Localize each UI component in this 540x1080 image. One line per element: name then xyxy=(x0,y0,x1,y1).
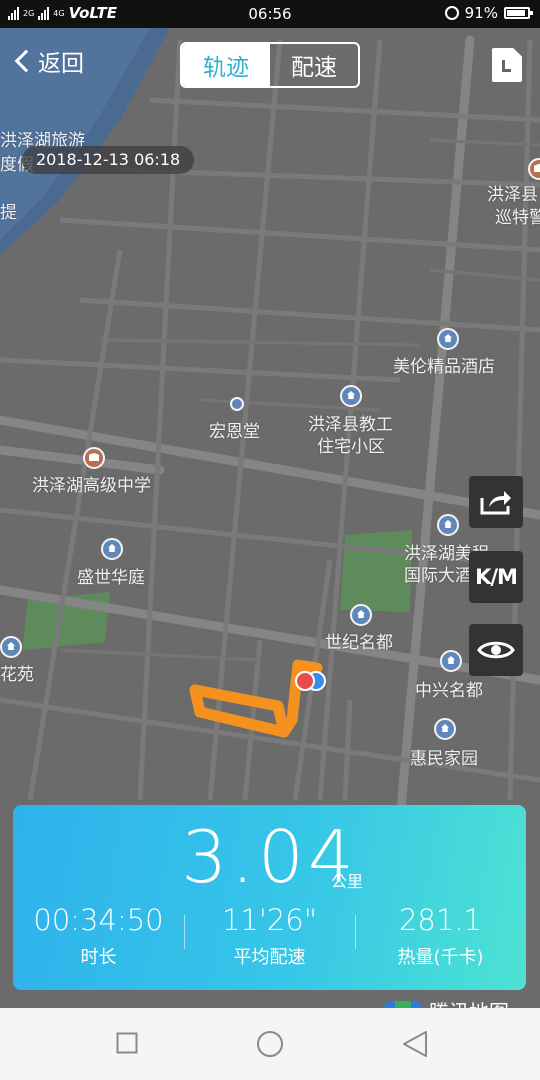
pace-value: 11'26" xyxy=(221,903,318,937)
pace-label: 平均配速 xyxy=(233,947,306,968)
calories-stat: 281.1 热量(千卡) xyxy=(355,903,526,969)
residence-poi-icon xyxy=(101,538,123,560)
timestamp-badge: 2018-12-13 06:18 xyxy=(22,146,195,174)
map-label: 提 xyxy=(0,203,17,223)
map-label: 中兴名都 xyxy=(415,681,483,701)
map-label: 惠民家园 xyxy=(410,749,478,769)
map-label: 国际大酒 xyxy=(404,566,472,586)
duration-stat: 00:34:50 时长 xyxy=(13,903,184,969)
battery-icon xyxy=(504,7,533,19)
battery-percent: 91% xyxy=(464,4,498,22)
map-label: 美伦精品酒店 xyxy=(393,357,495,377)
duration-value: 00:34:50 xyxy=(33,903,164,937)
back-button[interactable]: 返回 xyxy=(12,44,84,78)
km-label: K/M xyxy=(475,565,518,589)
map-label: 花苑 xyxy=(0,665,34,685)
map-label: 住宅小区 xyxy=(317,437,385,457)
home-button[interactable] xyxy=(256,1030,284,1058)
distance-unit: 公里 xyxy=(331,872,364,891)
stats-card: 3.04 公里 00:34:50 时长 11'26" 平均配速 281.1 热量… xyxy=(13,805,526,990)
tab-pace[interactable]: 配速 xyxy=(270,44,358,86)
pace-stat: 11'26" 平均配速 xyxy=(184,903,355,969)
view-toggle: 轨迹 配速 xyxy=(180,42,360,88)
system-nav-bar xyxy=(0,1008,540,1080)
map-label: 巡特警 xyxy=(495,208,540,228)
huayuan-poi-icon xyxy=(0,636,22,658)
map-label: 洪泽湖高级中学 xyxy=(32,476,151,496)
chevron-left-icon xyxy=(14,49,38,73)
document-mark xyxy=(502,60,511,72)
status-bar: 2G 4G VoLTE 06:56 91% xyxy=(0,0,540,28)
map-label: 洪泽县 xyxy=(487,185,538,205)
back-nav-button[interactable] xyxy=(402,1030,428,1058)
housing-poi-icon xyxy=(340,385,362,407)
back-label: 返回 xyxy=(38,51,84,77)
visibility-button[interactable] xyxy=(469,624,523,676)
intl-hotel-poi-icon xyxy=(437,514,459,536)
hotel-poi-icon xyxy=(437,328,459,350)
alarm-icon xyxy=(444,6,459,20)
zhongxing-poi-icon xyxy=(440,650,462,672)
map-label: 宏恩堂 xyxy=(209,422,260,442)
school-poi-icon xyxy=(83,447,105,469)
share-button[interactable] xyxy=(469,476,523,528)
duration-label: 时长 xyxy=(80,947,117,968)
shiji-poi-icon xyxy=(350,604,372,626)
church-poi-icon xyxy=(230,397,244,411)
map-label: 世纪名都 xyxy=(325,633,393,653)
calories-label: 热量(千卡) xyxy=(397,947,484,968)
unit-toggle-button[interactable]: K/M xyxy=(469,551,523,603)
share-icon xyxy=(480,491,511,515)
record-button[interactable] xyxy=(492,48,522,82)
distance-value: 3.04 xyxy=(181,815,358,899)
huimin-poi-icon xyxy=(434,718,456,740)
tab-track[interactable]: 轨迹 xyxy=(182,44,270,86)
status-right: 91% xyxy=(444,4,533,22)
map-label: 盛世华庭 xyxy=(77,568,145,588)
eye-icon xyxy=(477,641,515,659)
calories-value: 281.1 xyxy=(398,903,483,937)
recent-apps-button[interactable] xyxy=(116,1032,138,1054)
